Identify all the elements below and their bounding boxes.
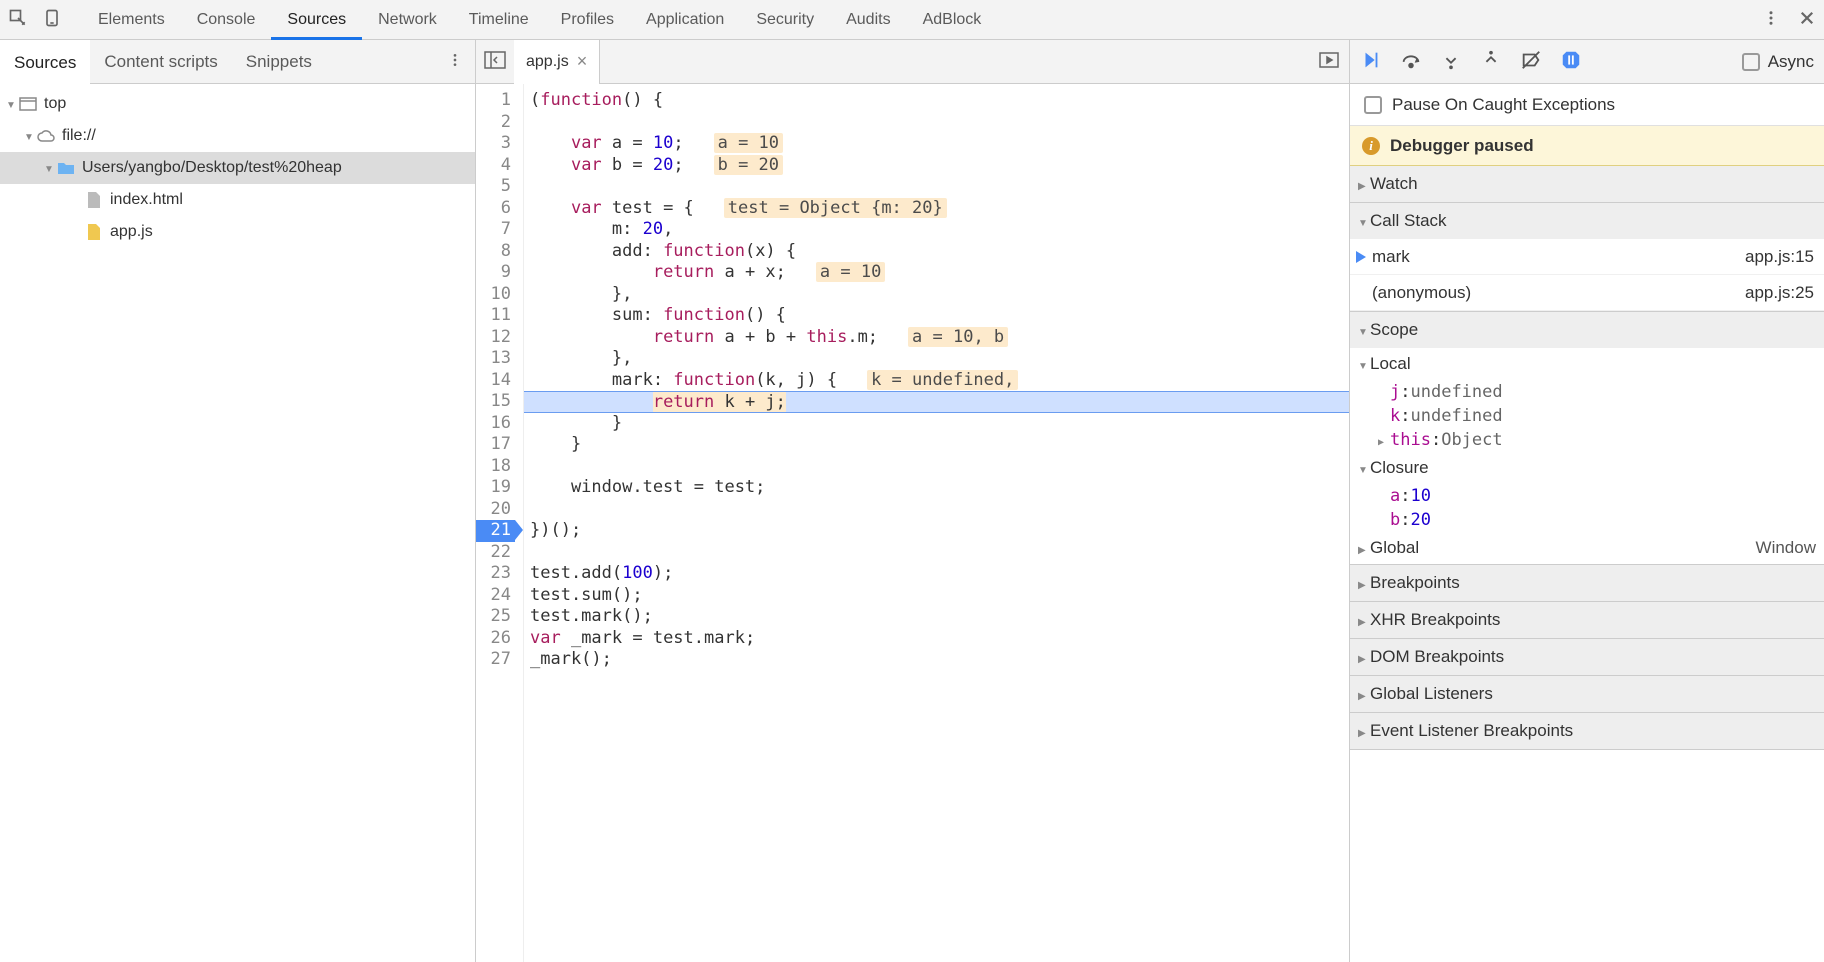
kebab-icon[interactable]	[1762, 9, 1780, 30]
breakpoints-section-header[interactable]: Breakpoints	[1350, 565, 1824, 601]
stack-frame[interactable]: mark app.js:15	[1350, 239, 1824, 275]
pause-on-caught-row[interactable]: Pause On Caught Exceptions	[1350, 84, 1824, 126]
scope-global-header[interactable]: Global Window	[1350, 532, 1824, 564]
step-into-icon[interactable]	[1440, 49, 1462, 74]
inline-value: b = 20	[714, 155, 783, 175]
caret-icon	[1358, 458, 1370, 478]
tab-security[interactable]: Security	[740, 0, 830, 40]
tree-label: file://	[62, 127, 96, 145]
tab-application[interactable]: Application	[630, 0, 740, 40]
tree-file-js[interactable]: app.js	[0, 216, 475, 248]
file-icon	[84, 190, 104, 210]
pause-on-exceptions-icon[interactable]	[1560, 49, 1582, 74]
caret-icon	[1358, 573, 1370, 593]
inline-value: a = 10, b	[908, 327, 1008, 347]
caret-icon	[1378, 430, 1390, 450]
tab-elements[interactable]: Elements	[82, 0, 181, 40]
inline-value: test = Object {m: 20}	[724, 198, 947, 218]
editor-panel: app.js × 1234 5678 9101112 13141516 1718…	[476, 40, 1350, 962]
inline-value: k = undefined,	[867, 370, 1018, 390]
file-tree: top file:// Users/yangbo/Desktop/test%20…	[0, 84, 475, 962]
execution-line: return k + j;	[524, 391, 1349, 413]
caret-icon	[6, 95, 18, 113]
inline-value: a = 10	[714, 133, 783, 153]
inspect-icon[interactable]	[8, 8, 28, 31]
tab-console[interactable]: Console	[181, 0, 272, 40]
close-icon[interactable]	[1798, 9, 1816, 30]
xhr-breakpoints-section-header[interactable]: XHR Breakpoints	[1350, 602, 1824, 638]
cloud-icon	[36, 126, 56, 146]
async-checkbox[interactable]: Async	[1742, 52, 1814, 72]
tree-label: Users/yangbo/Desktop/test%20heap	[82, 159, 342, 177]
caret-icon	[44, 159, 56, 177]
tree-file-html[interactable]: index.html	[0, 184, 475, 216]
step-over-icon[interactable]	[1400, 49, 1422, 74]
caret-icon	[24, 127, 36, 145]
tree-label: top	[44, 95, 66, 113]
scope-variable[interactable]: b: 20	[1350, 508, 1824, 532]
close-tab-icon[interactable]: ×	[577, 51, 588, 72]
scope-variable[interactable]: a: 10	[1350, 484, 1824, 508]
devtools-main-toolbar: Elements Console Sources Network Timelin…	[0, 0, 1824, 40]
caret-icon	[1358, 211, 1370, 231]
editor-tab-appjs[interactable]: app.js ×	[514, 40, 600, 84]
toggle-navigator-icon[interactable]	[476, 51, 514, 72]
inline-value: a = 10	[816, 262, 885, 282]
deactivate-breakpoints-icon[interactable]	[1520, 49, 1542, 74]
step-out-icon[interactable]	[1480, 49, 1502, 74]
caret-icon	[1358, 354, 1370, 374]
caret-icon	[1358, 538, 1370, 558]
debugger-paused-banner: i Debugger paused	[1350, 126, 1824, 166]
caret-icon	[1358, 174, 1370, 194]
folder-icon	[56, 158, 76, 178]
scope-variable[interactable]: this: Object	[1350, 428, 1824, 452]
tab-profiles[interactable]: Profiles	[545, 0, 630, 40]
tree-origin[interactable]: file://	[0, 120, 475, 152]
line-gutter[interactable]: 1234 5678 9101112 13141516 17181920 2122…	[476, 84, 524, 962]
caret-icon	[1358, 320, 1370, 340]
checkbox-icon[interactable]	[1364, 96, 1382, 114]
scope-section-header[interactable]: Scope	[1350, 312, 1824, 348]
window-icon	[18, 94, 38, 114]
navigator-panel: Sources Content scripts Snippets top fil…	[0, 40, 476, 962]
scope-local-header[interactable]: Local	[1350, 348, 1824, 380]
tree-label: app.js	[110, 223, 153, 241]
device-icon[interactable]	[42, 8, 62, 31]
scope-variable[interactable]: j: undefined	[1350, 380, 1824, 404]
caret-icon	[1358, 610, 1370, 630]
resume-icon[interactable]	[1360, 49, 1382, 74]
file-icon	[84, 222, 104, 242]
tab-audits[interactable]: Audits	[830, 0, 906, 40]
tree-label: index.html	[110, 191, 183, 209]
tree-top[interactable]: top	[0, 88, 475, 120]
debugger-panel: Async Pause On Caught Exceptions i Debug…	[1350, 40, 1824, 962]
watch-section-header[interactable]: Watch	[1350, 166, 1824, 202]
stack-frame[interactable]: (anonymous) app.js:25	[1350, 275, 1824, 311]
subtab-snippets[interactable]: Snippets	[232, 40, 326, 84]
code-content[interactable]: (function() { var a = 10;a = 10 var b = …	[524, 84, 1349, 962]
tab-sources[interactable]: Sources	[271, 0, 362, 40]
scope-variable[interactable]: k: undefined	[1350, 404, 1824, 428]
event-listener-bp-section-header[interactable]: Event Listener Breakpoints	[1350, 713, 1824, 749]
scope-closure-header[interactable]: Closure	[1350, 452, 1824, 484]
dom-breakpoints-section-header[interactable]: DOM Breakpoints	[1350, 639, 1824, 675]
tab-network[interactable]: Network	[362, 0, 453, 40]
tab-adblock[interactable]: AdBlock	[907, 0, 998, 40]
caret-icon	[1358, 647, 1370, 667]
subtab-sources[interactable]: Sources	[0, 40, 90, 84]
tab-timeline[interactable]: Timeline	[453, 0, 545, 40]
tab-label: app.js	[526, 53, 569, 71]
subtab-content-scripts[interactable]: Content scripts	[90, 40, 231, 84]
navigator-more-icon[interactable]	[447, 52, 463, 71]
info-icon: i	[1362, 137, 1380, 155]
caret-icon	[1358, 684, 1370, 704]
global-listeners-section-header[interactable]: Global Listeners	[1350, 676, 1824, 712]
tree-folder[interactable]: Users/yangbo/Desktop/test%20heap	[0, 152, 475, 184]
callstack-section-header[interactable]: Call Stack	[1350, 203, 1824, 239]
caret-icon	[1358, 721, 1370, 741]
run-snippet-icon[interactable]	[1319, 52, 1339, 71]
